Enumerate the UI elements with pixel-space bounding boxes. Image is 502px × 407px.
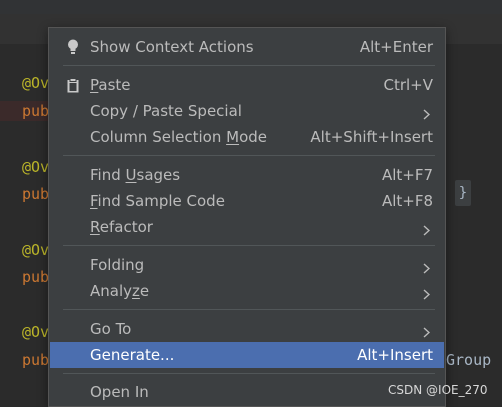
menu-item-label: Refactor — [90, 218, 153, 236]
menu-item-label: Find Sample Code — [90, 192, 225, 210]
menu-item-open-in[interactable]: Open In — [50, 379, 444, 405]
chevron-right-icon — [423, 106, 431, 124]
menu-separator — [63, 155, 435, 156]
code-annotation: @Ov — [22, 158, 50, 176]
shortcut-text: Alt+Insert — [357, 346, 433, 364]
menu-separator — [63, 373, 435, 374]
menu-item-refactor[interactable]: Refactor — [50, 214, 444, 240]
chevron-right-icon — [423, 286, 431, 304]
shortcut-text: Alt+Enter — [359, 38, 433, 56]
shortcut-text: Alt+F7 — [381, 166, 433, 184]
menu-item-find-sample-code[interactable]: Find Sample Code Alt+F8 — [50, 188, 444, 214]
shortcut-text: Alt+Shift+Insert — [310, 128, 433, 146]
code-annotation: @Ov — [22, 323, 50, 341]
code-fragment-group: Group — [446, 351, 492, 369]
menu-item-label: Folding — [90, 256, 145, 274]
shortcut-text: Ctrl+V — [383, 76, 433, 94]
code-keyword: pub — [0, 101, 52, 121]
folded-code-brace[interactable]: } — [455, 180, 471, 206]
lightbulb-icon — [66, 39, 80, 55]
shortcut-text: Alt+F8 — [381, 192, 433, 210]
code-keyword: pub — [22, 268, 50, 286]
code-keyword: pub — [22, 185, 50, 203]
code-annotation: @Ov — [22, 74, 50, 92]
menu-item-label: Paste — [90, 76, 131, 94]
menu-separator — [63, 245, 435, 246]
menu-item-column-selection-mode[interactable]: Column Selection Mode Alt+Shift+Insert — [50, 124, 444, 150]
menu-item-analyze[interactable]: Analyze — [50, 278, 444, 304]
clipboard-icon — [66, 77, 80, 93]
menu-item-folding[interactable]: Folding — [50, 252, 444, 278]
menu-item-label: Generate... — [90, 346, 175, 364]
menu-item-show-context-actions[interactable]: Show Context Actions Alt+Enter — [50, 34, 444, 60]
menu-item-label: Column Selection Mode — [90, 128, 267, 146]
code-keyword: pub — [22, 351, 50, 369]
menu-item-paste[interactable]: Paste Ctrl+V — [50, 72, 444, 98]
menu-item-label: Go To — [90, 320, 132, 338]
menu-item-label: Open In — [90, 383, 149, 401]
editor-context-menu: Show Context Actions Alt+Enter Paste Ctr… — [48, 27, 446, 407]
chevron-right-icon — [423, 222, 431, 240]
menu-separator — [63, 309, 435, 310]
menu-item-go-to[interactable]: Go To — [50, 316, 444, 342]
menu-item-label: Find Usages — [90, 166, 181, 184]
menu-item-generate[interactable]: Generate... Alt+Insert — [50, 342, 444, 368]
code-annotation: @Ov — [22, 241, 50, 259]
menu-item-label: Show Context Actions — [90, 38, 254, 56]
chevron-right-icon — [423, 260, 431, 278]
menu-item-label: Analyze — [90, 282, 150, 300]
watermark-text: CSDN @IOE_270 — [388, 383, 488, 397]
editor-tab-strip — [0, 0, 502, 14]
chevron-right-icon — [423, 324, 431, 342]
menu-separator — [63, 65, 435, 66]
menu-item-copy-paste-special[interactable]: Copy / Paste Special — [50, 98, 444, 124]
menu-item-label: Copy / Paste Special — [90, 102, 242, 120]
menu-item-find-usages[interactable]: Find Usages Alt+F7 — [50, 162, 444, 188]
